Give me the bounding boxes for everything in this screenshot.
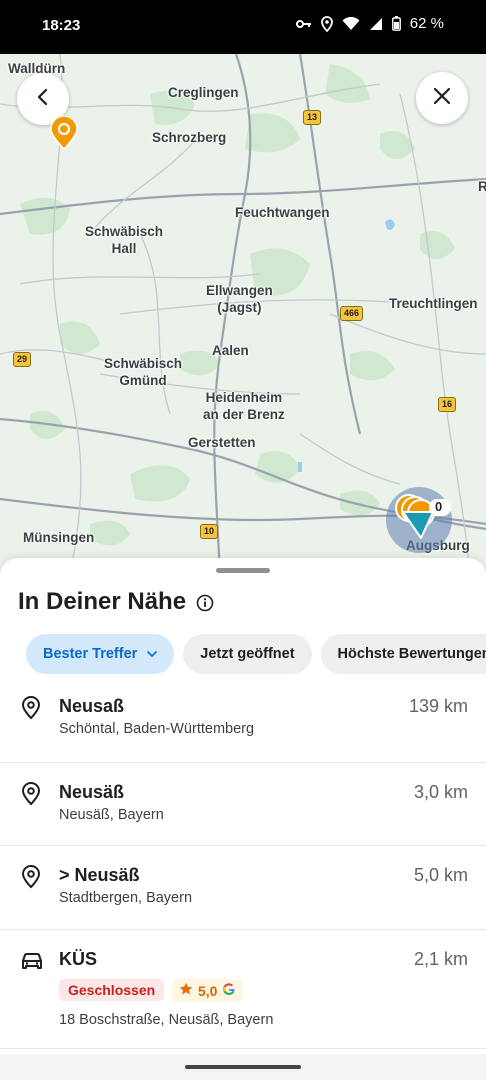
location-pin-icon <box>20 865 42 894</box>
city-label: Gerstetten <box>188 435 256 450</box>
result-distance: 139 km <box>408 696 468 716</box>
map-view[interactable]: Walldürn Creglingen Schrozberg Feuchtwan… <box>0 54 486 574</box>
result-address: Schöntal, Baden-Württemberg <box>59 721 255 737</box>
road-shield: 10 <box>200 524 219 539</box>
cluster-count: 0 <box>435 499 443 514</box>
road-shield: 16 <box>438 397 457 412</box>
close-icon <box>433 87 451 110</box>
signal-icon <box>369 17 383 31</box>
list-item[interactable]: KÜS 2,1 km Geschlossen 5,0 18 Boschstraß… <box>0 930 486 1049</box>
vpn-key-icon <box>295 19 312 29</box>
city-label: R <box>478 179 486 194</box>
rating-value: 5,0 <box>198 982 218 999</box>
city-label: Münsingen <box>23 530 95 545</box>
list-item[interactable]: Neusäß Neusäß, Bayern 3,0 km <box>0 763 486 846</box>
city-label: Ellwangen (Jagst) <box>206 283 273 315</box>
chip-open-now[interactable]: Jetzt geöffnet <box>183 634 312 674</box>
location-icon <box>320 15 333 32</box>
rating-badge: 5,0 <box>172 979 244 1002</box>
google-icon <box>222 982 236 999</box>
list-item[interactable]: > Neusäß Stadtbergen, Bayern 5,0 km <box>0 846 486 930</box>
city-label: Schwäbisch Hall <box>85 224 164 256</box>
result-distance: 2,1 km <box>413 949 468 969</box>
city-label: Schrozberg <box>152 130 227 145</box>
result-name: KÜS <box>59 949 98 969</box>
filter-chips: Bester Treffer Jetzt geöffnet Höchste Be… <box>26 634 486 674</box>
result-name: Neusäß <box>59 782 125 802</box>
result-address: Stadtbergen, Bayern <box>59 890 193 906</box>
car-service-icon <box>20 949 44 978</box>
wifi-icon <box>342 16 360 31</box>
results-list: Neusaß Schöntal, Baden-Württemberg 139 k… <box>0 680 486 1049</box>
results-sheet: In Deiner Nähe Bester Treffer Jetzt geöf… <box>0 558 486 1080</box>
battery-percent: 62 % <box>409 15 444 32</box>
status-badge: Geschlossen <box>59 979 165 1001</box>
close-button[interactable] <box>416 72 468 124</box>
chevron-down-icon <box>147 646 158 662</box>
gesture-nav-bar <box>0 1054 486 1080</box>
city-label: Heidenheim an der Brenz <box>203 390 285 422</box>
city-label: Aalen <box>212 343 249 358</box>
back-arrow-icon <box>34 88 52 111</box>
result-name: Neusaß <box>59 696 125 716</box>
battery-icon <box>391 16 401 31</box>
chip-label: Bester Treffer <box>43 646 138 662</box>
city-label: Schwäbisch Gmünd <box>104 356 183 388</box>
list-item[interactable]: Neusaß Schöntal, Baden-Württemberg 139 k… <box>0 680 486 763</box>
sheet-drag-handle[interactable] <box>216 568 270 573</box>
road-shield: 13 <box>303 110 322 125</box>
status-time: 18:23 <box>42 17 81 34</box>
chip-top-rated[interactable]: Höchste Bewertungen <box>320 634 486 674</box>
city-label: Feuchtwangen <box>235 205 330 220</box>
chip-label: Jetzt geöffnet <box>200 646 295 662</box>
result-distance: 5,0 km <box>413 865 468 885</box>
city-label: Creglingen <box>168 85 239 100</box>
city-label: Treuchtlingen <box>389 296 478 311</box>
chip-label: Höchste Bewertungen <box>337 646 486 662</box>
result-address: Neusäß, Bayern <box>59 807 164 823</box>
result-name: > Neusäß <box>59 865 140 885</box>
info-icon[interactable] <box>196 594 214 617</box>
map-pin-icon[interactable] <box>49 115 79 155</box>
star-icon <box>179 982 193 999</box>
road-shield: 29 <box>13 352 32 367</box>
result-distance: 3,0 km <box>413 782 468 802</box>
location-pin-icon <box>20 782 42 811</box>
status-bar: 18:23 62 % <box>0 0 486 54</box>
location-pin-icon <box>20 696 42 725</box>
map-cluster-icon[interactable]: 0 <box>385 486 455 561</box>
home-indicator[interactable] <box>185 1065 301 1069</box>
road-shield: 466 <box>340 306 364 321</box>
result-address: 18 Boschstraße, Neusäß, Bayern <box>59 1012 274 1028</box>
chip-best-match[interactable]: Bester Treffer <box>26 634 175 674</box>
sheet-title: In Deiner Nähe <box>18 588 187 615</box>
